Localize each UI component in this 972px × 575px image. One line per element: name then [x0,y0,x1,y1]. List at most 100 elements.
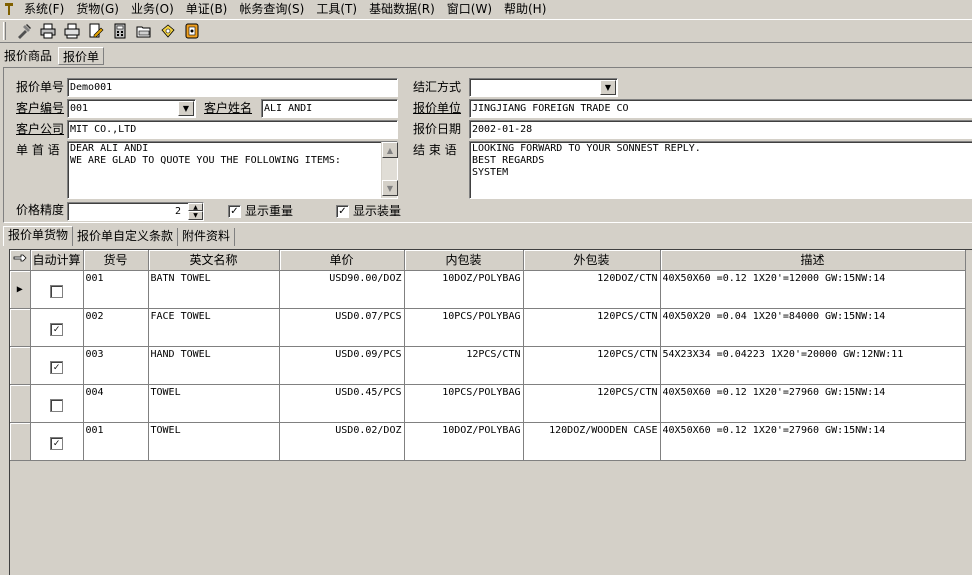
toolbar-grip[interactable] [3,22,6,40]
row-selector[interactable] [10,308,31,347]
customer-code-dropdown-button[interactable]: ▼ [178,101,194,116]
show-packing-checkbox[interactable]: ✓ [336,205,349,218]
current-row-indicator-icon[interactable]: ▶ [10,270,31,309]
tab-attachments[interactable]: 附件资料 [178,228,236,246]
table-row[interactable]: ✓ 002 FACE TOWEL USD0.07/PCS 10PCS/POLYB… [10,308,966,347]
menu-account-query[interactable]: 帐务查询(S) [233,1,310,17]
table-row[interactable]: ✓ 003 HAND TOWEL USD0.09/PCS 12PCS/CTN 1… [10,346,966,385]
tab-custom-terms[interactable]: 报价单自定义条款 [73,228,179,246]
item-no-cell[interactable]: 004 [83,384,149,423]
header-text-area[interactable]: DEAR ALI ANDI WE ARE GLAD TO QUOTE YOU T… [67,141,398,199]
price-precision-spinner[interactable]: ▲ ▼ [188,203,203,220]
header-text-scrollbar[interactable]: ▲ ▼ [381,142,398,198]
calculator-icon[interactable] [108,21,132,41]
unit-price-cell[interactable]: USD0.02/DOZ [279,422,405,461]
item-no-cell[interactable]: 002 [83,308,149,347]
description-cell[interactable]: 40X50X60 =0.12 1X20'=12000 GW:15NW:14 [660,270,966,309]
menu-goods[interactable]: 货物(G) [70,1,125,17]
quote-unit-field[interactable]: JINGJIANG FOREIGN TRADE CO [469,99,972,118]
description-cell[interactable]: 54X23X34 =0.04223 1X20'=20000 GW:12NW:11 [660,346,966,385]
spin-up-icon[interactable]: ▲ [188,203,203,211]
auto-calc-cell[interactable] [30,270,84,309]
row-selector[interactable] [10,346,31,385]
auto-calc-cell[interactable]: ✓ [30,346,84,385]
exit-icon[interactable] [180,21,204,41]
auto-calc-checkbox[interactable]: ✓ [50,322,63,336]
col-description[interactable]: 描述 [660,250,966,271]
col-item-no[interactable]: 货号 [83,250,149,271]
quote-unit-label[interactable]: 报价单位 [413,99,461,117]
inner-packing-cell[interactable]: 10DOZ/POLYBAG [404,422,524,461]
auto-calc-cell[interactable]: ✓ [30,308,84,347]
print-preview-icon[interactable] [60,21,84,41]
col-english-name[interactable]: 英文名称 [148,250,280,271]
auto-calc-checkbox[interactable]: ✓ [50,436,63,450]
row-selector[interactable] [10,384,31,423]
description-cell[interactable]: 40X50X60 =0.12 1X20'=27960 GW:15NW:14 [660,422,966,461]
scroll-down-icon[interactable]: ▼ [382,180,398,196]
inner-packing-cell[interactable]: 12PCS/CTN [404,346,524,385]
menu-system[interactable]: 系统(F) [18,1,70,17]
spin-down-icon[interactable]: ▼ [188,211,203,220]
customer-name-field[interactable]: ALI ANDI [261,99,398,118]
col-auto-calc[interactable]: 自动计算 [30,250,84,271]
menu-help[interactable]: 帮助(H) [498,1,552,17]
outer-packing-cell[interactable]: 120PCS/CTN [523,384,661,423]
outer-packing-cell[interactable]: 120PCS/CTN [523,346,661,385]
auto-calc-checkbox[interactable]: ✓ [50,360,63,374]
outer-packing-cell[interactable]: 120DOZ/CTN [523,270,661,309]
scroll-up-icon[interactable]: ▲ [382,142,398,158]
auto-calc-cell[interactable] [30,384,84,423]
description-cell[interactable]: 40X50X20 =0.04 1X20'=84000 GW:15NW:14 [660,308,966,347]
customer-company-field[interactable]: MIT CO.,LTD [67,120,398,139]
english-name-cell[interactable]: HAND TOWEL [148,346,280,385]
item-no-cell[interactable]: 001 [83,422,149,461]
customer-code-field[interactable]: 001 [67,99,196,118]
col-outer-packing[interactable]: 外包装 [523,250,661,271]
quote-no-field[interactable]: Demo001 [67,78,398,97]
menu-basic-data[interactable]: 基础数据(R) [363,1,441,17]
edit-icon[interactable] [84,21,108,41]
menu-window[interactable]: 窗口(W) [441,1,498,17]
item-no-cell[interactable]: 003 [83,346,149,385]
outer-packing-cell[interactable]: 120PCS/CTN [523,308,661,347]
english-name-cell[interactable]: TOWEL [148,384,280,423]
footer-text-area[interactable]: LOOKING FORWARD TO YOUR SONNEST REPLY. B… [469,141,972,199]
unit-price-cell[interactable]: USD0.45/PCS [279,384,405,423]
item-no-cell[interactable]: 001 [83,270,149,309]
unit-price-cell[interactable]: USD90.00/DOZ [279,270,405,309]
settlement-field[interactable] [469,78,618,97]
table-row[interactable]: ✓ 001 TOWEL USD0.02/DOZ 10DOZ/POLYBAG 12… [10,422,966,461]
table-row[interactable]: 004 TOWEL USD0.45/PCS 10PCS/POLYBAG 120P… [10,384,966,423]
tab-quote-sheet[interactable]: 报价单 [58,47,105,65]
app-icon[interactable] [0,1,18,17]
price-precision-field[interactable]: 2 [67,202,204,221]
print-icon[interactable] [36,21,60,41]
auto-calc-cell[interactable]: ✓ [30,422,84,461]
row-selector[interactable] [10,422,31,461]
description-cell[interactable]: 40X50X60 =0.12 1X20'=27960 GW:15NW:14 [660,384,966,423]
tab-quote-goods[interactable]: 报价商品 [0,47,56,65]
menu-business[interactable]: 业务(O) [125,1,180,17]
inner-packing-cell[interactable]: 10DOZ/POLYBAG [404,270,524,309]
row-selector-header[interactable] [10,250,31,271]
tools-icon[interactable] [12,21,36,41]
inner-packing-cell[interactable]: 10PCS/POLYBAG [404,308,524,347]
unit-price-cell[interactable]: USD0.09/PCS [279,346,405,385]
menu-tools[interactable]: 工具(T) [310,1,363,17]
tab-quote-items[interactable]: 报价单货物 [3,226,74,246]
settlement-dropdown-button[interactable]: ▼ [600,80,616,95]
english-name-cell[interactable]: TOWEL [148,422,280,461]
inner-packing-cell[interactable]: 10PCS/POLYBAG [404,384,524,423]
customer-code-label[interactable]: 客户编号 [16,99,64,117]
auto-calc-checkbox[interactable] [50,284,63,298]
customer-company-label[interactable]: 客户公司 [16,120,64,138]
quote-date-field[interactable]: 2002-01-28 [469,120,972,139]
outer-packing-cell[interactable]: 120DOZ/WOODEN CASE [523,422,661,461]
menu-documents[interactable]: 单证(B) [180,1,234,17]
hand-icon[interactable] [156,21,180,41]
english-name-cell[interactable]: FACE TOWEL [148,308,280,347]
customer-name-label[interactable]: 客户姓名 [204,99,252,117]
unit-price-cell[interactable]: USD0.07/PCS [279,308,405,347]
show-weight-checkbox[interactable]: ✓ [228,205,241,218]
